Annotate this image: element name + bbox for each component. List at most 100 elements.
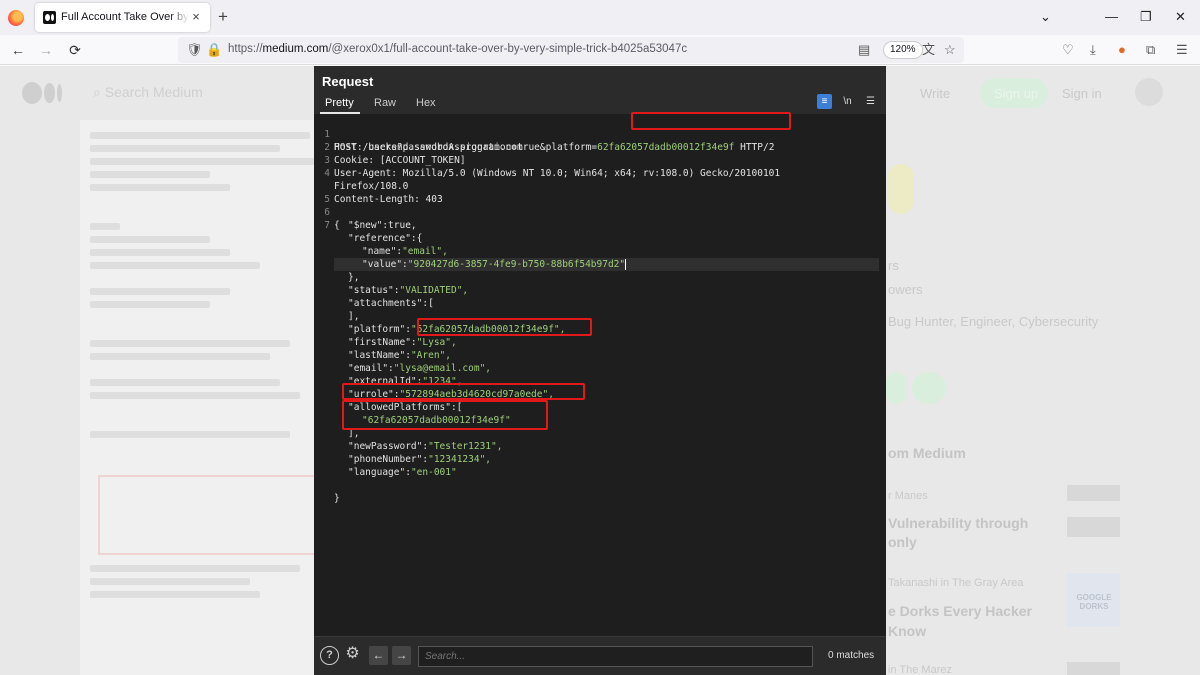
- url-text[interactable]: https://medium.com/@xerox0x1/full-accoun…: [228, 43, 687, 55]
- browser-tab-strip: Full Account Take Over by very simple tr…: [0, 0, 1200, 35]
- author-avatar: [888, 164, 914, 214]
- json-key: "firstName": [348, 337, 411, 348]
- help-icon[interactable]: ?: [320, 646, 339, 665]
- json-key: "attachments": [348, 298, 423, 309]
- list-all-tabs-icon[interactable]: ⌄: [1040, 9, 1051, 25]
- medium-logo-icon: [22, 82, 64, 104]
- json-key: "$new": [348, 220, 383, 231]
- json-value: "Tester1231",: [428, 441, 503, 452]
- json-key: },: [348, 272, 360, 283]
- tab-hex[interactable]: Hex: [416, 97, 436, 109]
- followers-ghost-text: owers: [888, 282, 923, 297]
- json-key: "newPassword": [348, 441, 423, 452]
- next-match-button[interactable]: →: [392, 646, 411, 665]
- pocket-icon[interactable]: ♡: [1062, 42, 1074, 58]
- body-open-brace: {: [334, 220, 340, 231]
- allowed-platforms-highlight: [342, 400, 548, 430]
- code-line: }: [314, 479, 348, 504]
- firefox-logo-icon[interactable]: [8, 10, 24, 26]
- subscribe-pill[interactable]: [912, 372, 946, 404]
- story2-title-2[interactable]: Know: [888, 623, 926, 639]
- author-ghost-text: rs: [888, 258, 899, 273]
- story1-title-2[interactable]: only: [888, 534, 917, 550]
- signin-link[interactable]: Sign in: [1062, 86, 1102, 101]
- json-key: "phoneNumber": [348, 454, 423, 465]
- follow-pill[interactable]: [886, 372, 906, 404]
- address-bar[interactable]: 🛡 🔒 https://medium.com/@xerox0x1/full-ac…: [178, 37, 964, 63]
- panel-title: Request: [322, 74, 374, 89]
- cookie-header: Cookie: [ACCOUNT_TOKEN]: [334, 155, 466, 166]
- story1-thumb-2[interactable]: [1067, 517, 1120, 537]
- url-path: /@xerox0x1/full-account-take-over-by-ver…: [328, 43, 688, 55]
- panel-menu-icon[interactable]: ☰: [863, 94, 878, 109]
- settings-gear-icon[interactable]: ⚙: [343, 646, 362, 665]
- story1-thumb[interactable]: [1067, 485, 1120, 501]
- content-length-header: Content-Length: 403: [334, 194, 443, 205]
- text-cursor: [625, 259, 627, 270]
- request-code-editor[interactable]: 1 POST /users?passwordAssignation=true&p…: [314, 112, 886, 636]
- code-line: 6: [324, 207, 330, 218]
- json-value: "lysa@email.com",: [393, 363, 492, 374]
- url-host: medium.com: [262, 43, 329, 55]
- json-value: "en-001": [410, 467, 457, 478]
- json-key: "reference": [348, 233, 411, 244]
- story3-author: in The Marez: [888, 664, 952, 675]
- tab-pretty[interactable]: Pretty: [325, 97, 354, 109]
- extensions-puzzle-icon[interactable]: ⧉: [1146, 42, 1155, 58]
- view-tabs: Pretty Raw Hex: [314, 94, 886, 114]
- browser-tab[interactable]: Full Account Take Over by very simple tr…: [35, 3, 210, 32]
- app-menu-icon[interactable]: ☰: [1176, 42, 1188, 58]
- google-dorks-thumb[interactable]: GOOGLE DORKS: [1067, 573, 1120, 627]
- signup-label: Sign up: [994, 86, 1039, 101]
- story3-thumb[interactable]: [1067, 662, 1120, 675]
- tab-close-icon[interactable]: ×: [188, 9, 204, 25]
- previous-match-button[interactable]: ←: [369, 646, 388, 665]
- avatar[interactable]: [1135, 78, 1163, 106]
- wrap-lines-icon[interactable]: ≡: [817, 94, 832, 109]
- url-prefix: https://: [228, 43, 263, 55]
- lock-icon[interactable]: 🔒: [206, 42, 222, 58]
- json-key: "status": [348, 285, 394, 296]
- back-button[interactable]: ←: [9, 41, 27, 59]
- show-newlines-icon[interactable]: \n: [840, 94, 855, 109]
- json-value: "email",: [402, 246, 448, 257]
- code-line: 1 POST /users?passwordAssignation=true&p…: [324, 129, 775, 153]
- reader-view-icon[interactable]: ▤: [858, 42, 870, 58]
- story1-title[interactable]: Vulnerability through: [888, 515, 1028, 531]
- platform-field-highlight: [417, 318, 592, 336]
- json-key: "language": [348, 467, 406, 478]
- minimize-button[interactable]: —: [1105, 9, 1118, 25]
- reload-button[interactable]: ⟳: [66, 41, 84, 59]
- code-line: 5 Content-Length: 403: [324, 194, 443, 205]
- article-code-image: [80, 120, 340, 675]
- navigation-toolbar: ← → ⟳ 🛡 🔒 https://medium.com/@xerox0x1/f…: [0, 35, 1200, 65]
- shield-icon[interactable]: 🛡: [186, 42, 203, 58]
- json-key: ],: [348, 311, 360, 322]
- bookmark-star-icon[interactable]: ☆: [944, 42, 956, 58]
- host-header: Host: backend.sandbox.program.com: [334, 142, 523, 153]
- more-from-ghost-text: om Medium: [888, 445, 966, 461]
- tab-raw[interactable]: Raw: [374, 97, 396, 109]
- write-link[interactable]: Write: [920, 86, 950, 101]
- json-value: "VALIDATED",: [399, 285, 469, 296]
- forward-button[interactable]: →: [37, 41, 55, 59]
- downloads-icon[interactable]: ⤓: [1090, 42, 1096, 58]
- json-key: "platform": [348, 324, 406, 335]
- json-punct: :[: [422, 298, 434, 309]
- zoom-level[interactable]: 120%: [883, 41, 923, 59]
- translate-icon[interactable]: 文: [922, 42, 935, 58]
- search-placeholder: Search Medium: [104, 84, 203, 100]
- close-window-button[interactable]: ✕: [1175, 9, 1186, 25]
- search-input[interactable]: [418, 646, 813, 667]
- restore-button[interactable]: ❐: [1140, 9, 1152, 25]
- signup-pill[interactable]: Sign up: [980, 78, 1048, 108]
- json-value: "12341234",: [428, 454, 492, 465]
- json-key: "value": [362, 259, 403, 270]
- new-tab-button[interactable]: +: [218, 8, 228, 25]
- ghost-highlight-box: [98, 475, 328, 555]
- thumb-text: GOOGLE DORKS: [1076, 593, 1112, 611]
- code-line: 3 Cookie: [ACCOUNT_TOKEN]: [324, 155, 466, 166]
- request-line-platform: 62fa62057dadb00012f34e9f: [597, 142, 735, 153]
- extension-icon[interactable]: ●: [1118, 42, 1126, 58]
- story2-title[interactable]: e Dorks Every Hacker: [888, 603, 1032, 619]
